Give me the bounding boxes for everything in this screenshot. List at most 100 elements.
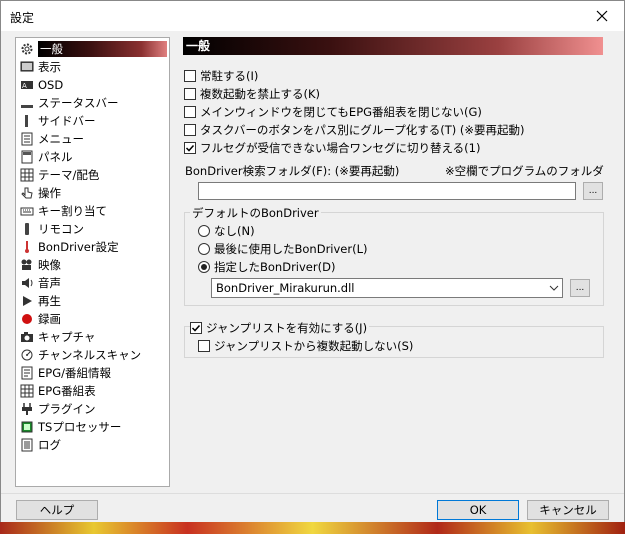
nav-item-theme[interactable]: テーマ/配色	[18, 166, 167, 184]
nav-item-plugin[interactable]: プラグイン	[18, 400, 167, 418]
sidebar-icon	[19, 113, 35, 129]
nav-item-label: 映像	[38, 258, 61, 272]
epg-icon	[19, 365, 35, 381]
nav-item-label: TSプロセッサー	[38, 420, 122, 434]
radio-bondriver-none[interactable]: なし(N)	[198, 223, 255, 239]
help-button[interactable]: ヘルプ	[16, 500, 98, 520]
nav-item-epg-info[interactable]: EPG/番組情報	[18, 364, 167, 382]
bondriver-folder-label: BonDriver検索フォルダ(F): (※要再起動)	[185, 164, 400, 178]
nav-item-label: チャンネルスキャン	[38, 348, 142, 362]
play-icon	[19, 293, 35, 309]
monitor-icon	[19, 59, 35, 75]
oneseg-fallback-checkbox[interactable]: フルセグが受信できない場合ワンセグに切り替える(1)	[184, 140, 480, 156]
nav-item-capture[interactable]: キャプチャ	[18, 328, 167, 346]
settings-dialog: 設定 一般 表示 A OSD ステータスバー サイドバー メニュー パネル テー…	[0, 0, 625, 522]
nav-item-statusbar[interactable]: ステータスバー	[18, 94, 167, 112]
nav-item-label: EPG/番組情報	[38, 366, 111, 380]
dialog-footer: ヘルプ OK キャンセル	[1, 493, 624, 522]
taskbar-group-checkbox[interactable]: タスクバーのボタンをパス別にグループ化する(T) (※要再起動)	[184, 122, 525, 138]
nav-item-label: ステータスバー	[38, 96, 119, 110]
nav-item-channel-scan[interactable]: チャンネルスキャン	[18, 346, 167, 364]
radio-bondriver-specified[interactable]: 指定したBonDriver(D)	[198, 259, 335, 275]
bondriver-select-browse-button[interactable]: ...	[570, 279, 590, 297]
jumplist-no-multi-checkbox[interactable]: ジャンプリストから複数起動しない(S)	[198, 338, 413, 354]
close-icon	[596, 10, 608, 22]
log-icon	[19, 437, 35, 453]
nav-item-menu[interactable]: メニュー	[18, 130, 167, 148]
nav-item-label: メニュー	[38, 132, 84, 146]
nav-item-label: 操作	[38, 186, 61, 200]
plug-icon	[19, 401, 35, 417]
bondriver-select[interactable]: BonDriver_Mirakurun.dll	[211, 278, 563, 298]
nav-item-ts-processor[interactable]: TSプロセッサー	[18, 418, 167, 436]
grid-icon	[19, 383, 35, 399]
resident-checkbox[interactable]: 常駐する(I)	[184, 68, 258, 84]
nav-item-video[interactable]: 映像	[18, 256, 167, 274]
nav-item-label: 表示	[38, 60, 61, 74]
osd-icon: A	[19, 77, 35, 93]
nav-item-label: BonDriver設定	[38, 240, 119, 254]
speaker-icon	[19, 275, 35, 291]
nav-item-label: キャプチャ	[38, 330, 96, 344]
checkmark-icon	[185, 144, 195, 152]
nav-item-label: ログ	[38, 438, 61, 452]
radio-bondriver-last-used[interactable]: 最後に使用したBonDriver(L)	[198, 241, 367, 257]
nav-item-general[interactable]: 一般	[18, 40, 167, 58]
nav-item-sidebar[interactable]: サイドバー	[18, 112, 167, 130]
nav-item-label: サイドバー	[38, 114, 96, 128]
nav-item-epg-table[interactable]: EPG番組表	[18, 382, 167, 400]
nav-item-label: プラグイン	[38, 402, 96, 416]
nav-item-label: 音声	[38, 276, 61, 290]
desktop-background-strip	[0, 520, 625, 534]
jumplist-checkbox[interactable]: ジャンプリストを有効にする(J)	[190, 320, 370, 336]
nav-item-label: 再生	[38, 294, 61, 308]
nav-item-operation[interactable]: 操作	[18, 184, 167, 202]
nav-item-recording[interactable]: 録画	[18, 310, 167, 328]
nav-item-label: EPG番組表	[38, 384, 96, 398]
title-bar: 設定	[1, 1, 624, 31]
chevron-down-icon	[546, 285, 562, 291]
bondriver-folder-input[interactable]	[198, 182, 576, 200]
gear-icon	[19, 41, 35, 57]
settings-category-list[interactable]: 一般 表示 A OSD ステータスバー サイドバー メニュー パネル テーマ/配	[15, 37, 170, 487]
nav-item-remote[interactable]: リモコン	[18, 220, 167, 238]
cancel-button[interactable]: キャンセル	[527, 500, 609, 520]
statusbar-icon	[19, 95, 35, 111]
nav-item-bondriver[interactable]: BonDriver設定	[18, 238, 167, 256]
nav-item-label: リモコン	[38, 222, 84, 236]
remote-icon	[19, 221, 35, 237]
checkmark-icon	[191, 324, 201, 332]
nav-item-audio[interactable]: 音声	[18, 274, 167, 292]
thermometer-icon	[19, 239, 35, 255]
film-icon	[19, 257, 35, 273]
keep-epg-checkbox[interactable]: メインウィンドウを閉じてもEPG番組表を閉じない(G)	[184, 104, 482, 120]
svg-text:A: A	[22, 82, 27, 90]
scan-icon	[19, 347, 35, 363]
nav-item-key-assign[interactable]: キー割り当て	[18, 202, 167, 220]
nav-item-label: OSD	[38, 78, 64, 92]
nav-item-panel[interactable]: パネル	[18, 148, 167, 166]
bondriver-folder-browse-button[interactable]: ...	[583, 182, 603, 200]
nav-item-label: 一般	[38, 41, 167, 57]
menu-icon	[19, 131, 35, 147]
no-multi-instance-checkbox[interactable]: 複数起動を禁止する(K)	[184, 86, 320, 102]
section-header: 一般	[183, 37, 603, 55]
operation-icon	[19, 185, 35, 201]
ok-button[interactable]: OK	[437, 500, 519, 520]
default-bondriver-group-label: デフォルトのBonDriver	[190, 205, 321, 221]
nav-item-label: キー割り当て	[38, 204, 107, 218]
nav-item-osd[interactable]: A OSD	[18, 76, 167, 94]
keyboard-icon	[19, 203, 35, 219]
theme-icon	[19, 167, 35, 183]
nav-item-label: 録画	[38, 312, 61, 326]
camera-icon	[19, 329, 35, 345]
record-icon	[19, 311, 35, 327]
close-button[interactable]	[587, 3, 617, 29]
nav-item-playback[interactable]: 再生	[18, 292, 167, 310]
bondriver-folder-hint: ※空欄でプログラムのフォルダ	[445, 164, 604, 178]
nav-item-log[interactable]: ログ	[18, 436, 167, 454]
window-title: 設定	[10, 11, 35, 25]
nav-item-display[interactable]: 表示	[18, 58, 167, 76]
panel-icon	[19, 149, 35, 165]
nav-item-label: テーマ/配色	[38, 168, 100, 182]
